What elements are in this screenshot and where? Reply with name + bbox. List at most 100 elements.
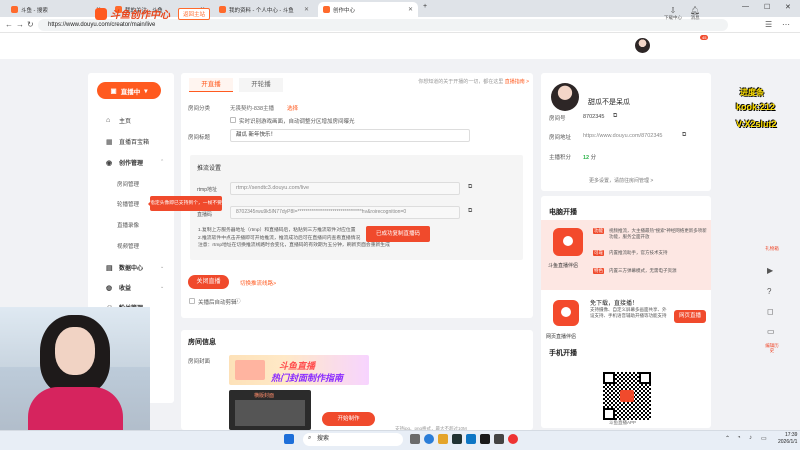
download-icon: ⇩ — [669, 6, 677, 15]
download-label: 下载中心 — [664, 15, 682, 20]
bell-icon: 🔔︎ — [690, 6, 701, 15]
person-face — [55, 327, 95, 375]
douyu-logo-icon — [620, 390, 634, 402]
creator-logo[interactable]: 斗鱼创作中心 — [95, 6, 170, 21]
auto-identify-checkbox[interactable] — [230, 117, 236, 123]
web-live-button[interactable]: 网页直播 — [674, 310, 706, 323]
sidebar-item-income[interactable]: ◍ 收益 — [106, 283, 131, 293]
pc-icon[interactable]: ▭ — [767, 327, 775, 336]
overlay-line-1: 进度条 — [740, 88, 764, 97]
sidebar-item-carousel[interactable]: 轮播管理 — [117, 200, 139, 208]
auto-clip-checkbox[interactable] — [189, 298, 195, 304]
tab-start-carousel[interactable]: 开轮播 — [239, 78, 283, 92]
sidebar-item-room-manage[interactable]: 房间管理 — [117, 180, 139, 188]
sidebar-item-home[interactable]: ⌂ 主页 — [106, 116, 131, 125]
tooltip-popup: 指定头像即已支持到个，一帧不要呀~ — [148, 196, 222, 221]
clock[interactable]: 17:39 2026/1/1 — [778, 432, 797, 446]
extensions-icon[interactable]: ☰ — [765, 20, 772, 29]
network-icon[interactable]: ◔ — [737, 435, 741, 441]
clock-date: 2026/1/1 — [778, 439, 798, 445]
more-settings-link[interactable]: 更多设置，请前往房间管理 > — [589, 177, 653, 184]
live-status-button[interactable]: ▣ 直播中 ▾ — [97, 82, 161, 99]
creation-icon: ◉ — [106, 159, 113, 167]
copied-key-button[interactable]: 已成功复制直播码 — [366, 226, 430, 242]
tab-start-live[interactable]: 开直播 — [189, 78, 233, 92]
volume-icon[interactable]: ♪ — [749, 435, 752, 441]
obs-icon[interactable] — [494, 434, 504, 444]
chevron-down-icon[interactable]: ⌄ — [160, 284, 164, 290]
battery-icon[interactable]: ▭ — [761, 435, 767, 442]
help-icon[interactable]: ⓘ — [235, 297, 241, 305]
help-circle-icon[interactable]: ? — [767, 287, 771, 296]
auto-identify-label: 实时识别游戏画面，自动调整分区增加房间曝光 — [239, 119, 355, 125]
app-icon[interactable] — [480, 434, 490, 444]
reload-icon[interactable]: ↻ — [27, 20, 34, 29]
select-category-link[interactable]: 选择 — [287, 104, 298, 112]
copy-icon[interactable]: ⧉ — [468, 184, 472, 191]
web-companion-icon — [553, 300, 579, 326]
back-home-button[interactable]: 返回主站 — [178, 8, 211, 20]
site-header — [0, 33, 800, 59]
stream-key-field[interactable]: 8702345rwu9k5lN77dyP8I=*****************… — [230, 206, 460, 219]
profile-avatar[interactable] — [551, 83, 579, 111]
messages-button[interactable]: 🔔︎ 消息 — [690, 7, 700, 21]
minimize-icon[interactable]: — — [742, 3, 749, 10]
edge-icon[interactable] — [424, 434, 434, 444]
room-title-input[interactable]: 甜瓜 新年快乐！ — [230, 129, 470, 142]
sidebar-item-data[interactable]: ▤ 数据中心 — [106, 263, 143, 273]
close-tab-icon[interactable]: ✕ — [404, 6, 413, 13]
taskbar-search[interactable]: 搜索 — [303, 433, 403, 446]
feature-desc: 内置三方弹幕模式，无需电子资源 — [609, 268, 677, 273]
steam-icon[interactable] — [452, 434, 462, 444]
stream-overlay: 进度条 kook:212 V:X2slut2 — [736, 87, 800, 139]
start-making-button[interactable]: 开始制作 — [322, 412, 375, 426]
sidebar-item-videos[interactable]: 视频管理 — [117, 242, 139, 250]
browser-tab-creator[interactable]: 创作中心 ✕ — [318, 2, 418, 17]
rtmp-address-field[interactable]: rtmp://sendtc3.douyu.com/live — [230, 182, 460, 195]
more-icon[interactable]: ⋯ — [782, 20, 790, 29]
sidebar-item-recordings[interactable]: 直播录像 — [117, 221, 139, 229]
notice-text: 你想知道的关于开播的一切，都在这里 — [418, 79, 504, 85]
app-icon[interactable] — [466, 434, 476, 444]
maximize-icon[interactable]: ☐ — [764, 3, 770, 11]
explorer-icon[interactable] — [438, 434, 448, 444]
browser-tab-profile[interactable]: 我的资料 - 个人中心 - 斗鱼 ✕ — [214, 2, 314, 17]
switch-line-link[interactable]: 切换推流线路> — [240, 279, 276, 287]
gift-box-label[interactable]: 礼物箱 — [764, 246, 780, 251]
guide-link[interactable]: 直播指南 > — [505, 79, 529, 85]
sidebar-item-toolbox[interactable]: ▦ 直播百宝箱 — [106, 137, 149, 147]
play-icon[interactable]: ▶ — [767, 266, 773, 275]
stream-key-label: 直播码 — [197, 212, 213, 218]
room-address-label: 房间地址 — [549, 135, 572, 141]
douyu-app-icon[interactable] — [508, 434, 518, 444]
forward-icon[interactable]: → — [16, 20, 24, 29]
app-caption: 斗鱼直播APP — [609, 420, 637, 425]
chevron-down-icon[interactable]: ⌄ — [160, 264, 164, 270]
cover-guide-banner[interactable]: 斗鱼直播 热门封面制作指南 — [229, 355, 369, 385]
sidebar-item-label: 主页 — [119, 119, 132, 125]
message-badge: 45 — [700, 35, 709, 40]
windows-start-icon[interactable] — [284, 434, 294, 444]
copy-icon[interactable]: ⧉ — [613, 113, 617, 120]
sidebar-item-create[interactable]: ◉ 创作管理 — [106, 158, 143, 168]
chevron-up-icon[interactable]: ⌃ — [160, 159, 164, 165]
back-icon[interactable]: ← — [5, 20, 13, 29]
chat-icon[interactable]: ◻ — [767, 307, 774, 316]
close-tab-icon[interactable]: ✕ — [300, 6, 309, 13]
header-avatar[interactable] — [635, 38, 650, 53]
taskview-icon[interactable] — [410, 434, 420, 444]
income-icon: ◍ — [106, 284, 113, 292]
close-window-icon[interactable]: ✕ — [785, 3, 791, 11]
browser-tab-search[interactable]: 斗鱼 - 搜索 ✕ — [6, 2, 106, 17]
toolbox-icon: ▦ — [106, 138, 113, 146]
cover-thumbnail[interactable]: 横版封面 — [229, 390, 311, 430]
new-tab-button[interactable]: + — [423, 3, 427, 10]
note-line: 注意：rtmp地址在切换推流线路时会变化，直播码的有效期为五分钟，刷新页面会重新… — [198, 243, 390, 248]
tray-chevron-icon[interactable]: ⌃ — [725, 435, 730, 442]
copy-icon[interactable]: ⧉ — [468, 208, 472, 215]
banner-image — [235, 360, 265, 380]
history-label[interactable]: 编辑历史 — [764, 343, 780, 353]
copy-icon[interactable]: ⧉ — [682, 132, 686, 139]
close-live-button[interactable]: 关闭直播 — [188, 275, 229, 289]
download-center-button[interactable]: ⇩ 下载中心 — [664, 7, 682, 21]
